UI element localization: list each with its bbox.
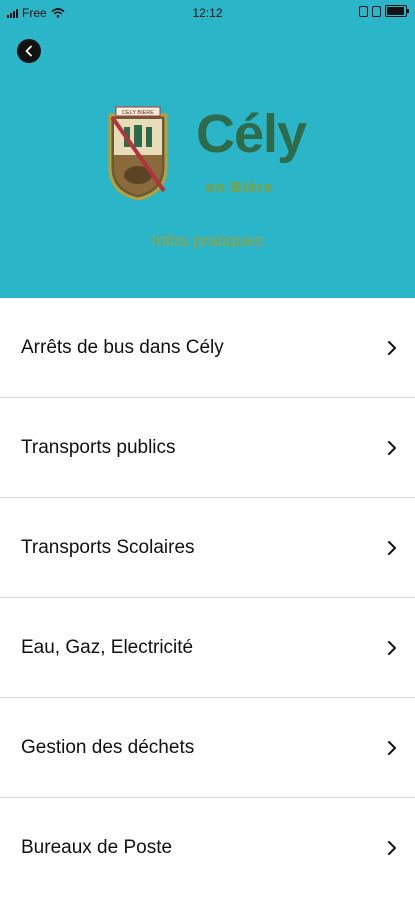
- coat-of-arms-icon: CELY BIERE: [108, 106, 168, 201]
- chevron-right-icon: [388, 641, 396, 655]
- list-item-bus-stops[interactable]: Arrêts de bus dans Cély: [0, 298, 415, 398]
- status-time: 12:12: [192, 6, 223, 20]
- list-item-utilities[interactable]: Eau, Gaz, Electricité: [0, 598, 415, 698]
- list-item-public-transport[interactable]: Transports publics: [0, 398, 415, 498]
- brand-name: Cély: [196, 104, 307, 164]
- status-bar: Free 12:12: [0, 0, 415, 26]
- list-item-label: Transports publics: [21, 436, 176, 458]
- chevron-right-icon: [388, 541, 396, 555]
- lock-rotation-icon: [359, 5, 368, 17]
- app-logo: CELY BIERE Cély en Bière: [100, 103, 330, 213]
- list-item-label: Transports Scolaires: [21, 536, 195, 558]
- list-item-label: Eau, Gaz, Electricité: [21, 636, 194, 658]
- list-item-post-offices[interactable]: Bureaux de Poste: [0, 798, 415, 898]
- chevron-left-icon: [25, 45, 32, 57]
- list-item-label: Arrêts de bus dans Cély: [21, 336, 224, 358]
- chevron-right-icon: [388, 341, 396, 355]
- chevron-right-icon: [388, 741, 396, 755]
- list-item-school-transport[interactable]: Transports Scolaires: [0, 498, 415, 598]
- chevron-right-icon: [388, 441, 396, 455]
- alarm-icon: [372, 5, 381, 17]
- status-right: [359, 5, 409, 17]
- list-item-waste-management[interactable]: Gestion des déchets: [0, 698, 415, 798]
- battery-icon: [385, 5, 409, 17]
- brand-subtitle: en Bière: [206, 179, 274, 196]
- list-item-label: Gestion des déchets: [21, 736, 195, 758]
- page-title: Infos pratiques: [151, 231, 264, 250]
- header: Free 12:12 CELY BIERE Cély en Bière Info…: [0, 0, 415, 298]
- info-list: Arrêts de bus dans Cély Transports publi…: [0, 298, 415, 898]
- chevron-right-icon: [388, 841, 396, 855]
- list-item-label: Bureaux de Poste: [21, 837, 173, 858]
- back-button[interactable]: [17, 39, 41, 63]
- crest-banner: CELY BIERE: [122, 110, 154, 116]
